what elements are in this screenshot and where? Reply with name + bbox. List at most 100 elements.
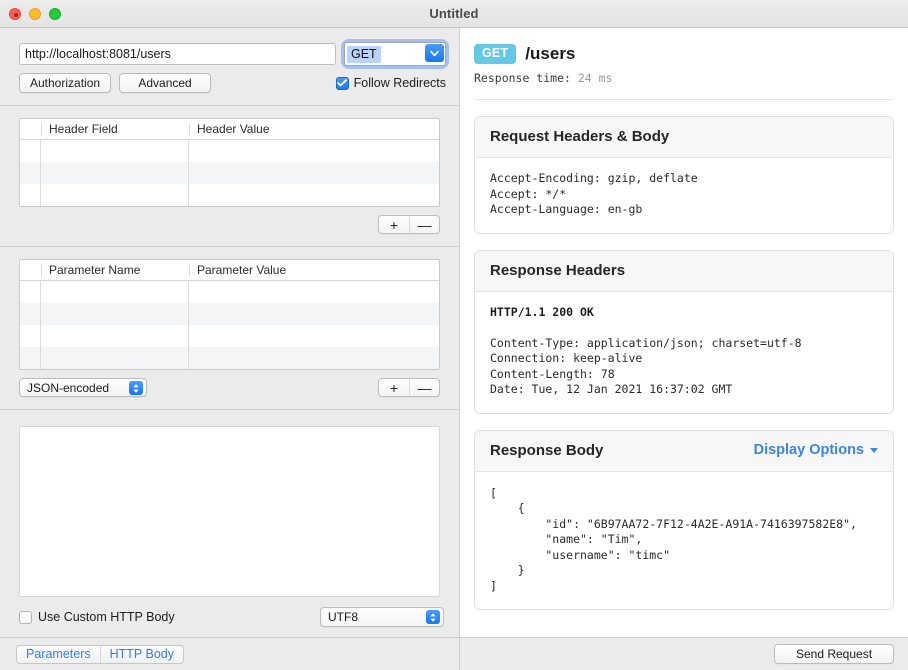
parameters-add-remove-control[interactable]: + — <box>378 378 440 397</box>
headers-table-footer: + — <box>19 207 440 234</box>
custom-body-options-row: Use Custom HTTP Body UTF8 <box>0 597 459 627</box>
remove-header-button[interactable]: — <box>409 216 439 233</box>
parameter-value-cell[interactable] <box>189 347 439 369</box>
request-header-line: Accept: */* <box>490 186 567 201</box>
follow-redirects-row[interactable]: Follow Redirects <box>335 76 446 90</box>
response-header-line: Date: Tue, 12 Jan 2021 16:37:02 GMT <box>490 382 733 396</box>
use-custom-http-body-checkbox[interactable] <box>19 610 32 624</box>
header-field-cell[interactable] <box>41 140 189 162</box>
window-title: Untitled <box>429 6 479 21</box>
add-parameter-button[interactable]: + <box>379 379 409 396</box>
row-gutter <box>20 140 41 162</box>
custom-http-body-textarea[interactable] <box>19 426 440 597</box>
tab-parameters[interactable]: Parameters <box>17 646 100 663</box>
table-row[interactable] <box>20 325 439 347</box>
response-headers-card: Response Headers HTTP/1.1 200 OK Content… <box>474 249 894 414</box>
use-custom-http-body-label: Use Custom HTTP Body <box>38 610 175 624</box>
follow-redirects-checkbox[interactable] <box>335 76 349 90</box>
row-gutter <box>20 260 41 280</box>
response-body-content: [ { "id": "6B97AA72-7F12-4A2E-A91A-74163… <box>490 485 857 593</box>
table-row[interactable] <box>20 162 439 184</box>
response-status-line: HTTP/1.1 200 OK <box>490 304 594 319</box>
table-row[interactable] <box>20 303 439 325</box>
stepper-icon[interactable] <box>129 381 143 395</box>
response-header-line: Connection: keep-alive <box>490 351 643 365</box>
header-value-cell[interactable] <box>189 184 439 206</box>
parameter-name-column-header[interactable]: Parameter Name <box>41 263 189 277</box>
parameter-value-cell[interactable] <box>189 325 439 347</box>
display-options-button[interactable]: Display Options <box>754 442 878 458</box>
charset-popup[interactable]: UTF8 <box>320 607 444 627</box>
response-body-card-title: Response Body <box>490 441 604 459</box>
parameters-table-footer: JSON-encoded + — <box>19 370 440 397</box>
table-row[interactable] <box>20 140 439 162</box>
parameters-table[interactable]: Parameter Name Parameter Value <box>19 259 440 370</box>
http-method-combobox[interactable]: GET <box>344 42 446 66</box>
chevron-down-icon[interactable] <box>425 44 444 62</box>
parameter-encoding-value: JSON-encoded <box>27 380 110 395</box>
headers-table-header: Header Field Header Value <box>20 119 439 140</box>
table-row[interactable] <box>20 347 439 369</box>
parameter-name-cell[interactable] <box>41 325 189 347</box>
send-request-button[interactable]: Send Request <box>774 644 894 664</box>
headers-table-block: Header Field Header Value + — <box>0 106 459 234</box>
table-row[interactable] <box>20 184 439 206</box>
request-headers-card-header: Request Headers & Body <box>475 117 893 158</box>
right-bottom-bar: Send Request <box>460 637 908 670</box>
parameters-table-header: Parameter Name Parameter Value <box>20 260 439 281</box>
parameter-value-cell[interactable] <box>189 303 439 325</box>
headers-add-remove-control[interactable]: + — <box>378 215 440 234</box>
caret-down-icon <box>870 447 878 453</box>
stepper-icon[interactable] <box>426 610 440 624</box>
row-gutter <box>20 162 41 184</box>
row-gutter <box>20 325 41 347</box>
request-header-line: Accept-Encoding: gzip, deflate <box>490 171 698 185</box>
url-input[interactable]: http://localhost:8081/users <box>19 43 336 65</box>
headers-table[interactable]: Header Field Header Value <box>19 118 440 207</box>
left-bottom-bar: Parameters HTTP Body <box>0 637 459 670</box>
url-row: http://localhost:8081/users GET <box>0 28 459 66</box>
app-window: Untitled http://localhost:8081/users GET <box>0 0 908 670</box>
header-field-cell[interactable] <box>41 162 189 184</box>
parameter-encoding-popup[interactable]: JSON-encoded <box>19 378 147 397</box>
row-gutter <box>20 184 41 206</box>
parameter-name-cell[interactable] <box>41 347 189 369</box>
response-headers-card-title: Response Headers <box>490 261 626 279</box>
advanced-button[interactable]: Advanced <box>119 73 212 93</box>
response-body-card-header: Response Body Display Options <box>475 430 893 472</box>
request-header-line: Accept-Language: en-gb <box>490 202 643 216</box>
response-title-row: GET /users <box>474 44 894 64</box>
window-titlebar: Untitled <box>0 0 908 28</box>
display-options-label: Display Options <box>753 442 864 458</box>
follow-redirects-label: Follow Redirects <box>353 76 446 90</box>
request-section-tabs[interactable]: Parameters HTTP Body <box>16 644 184 664</box>
row-gutter <box>20 303 41 325</box>
http-method-value: GET <box>347 45 381 63</box>
table-row[interactable] <box>20 281 439 303</box>
authorization-button[interactable]: Authorization <box>19 73 112 93</box>
add-header-button[interactable]: + <box>379 216 409 233</box>
parameter-value-cell[interactable] <box>189 281 439 303</box>
header-value-cell[interactable] <box>189 140 439 162</box>
response-time-row: Response time: 24 ms <box>474 71 894 85</box>
parameter-name-cell[interactable] <box>41 303 189 325</box>
parameter-name-cell[interactable] <box>41 281 189 303</box>
response-scroll-area[interactable]: GET /users Response time: 24 ms Request … <box>460 28 908 637</box>
response-headers-card-body: HTTP/1.1 200 OK Content-Type: applicatio… <box>475 292 893 413</box>
header-value-column-header[interactable]: Header Value <box>189 122 439 136</box>
header-field-cell[interactable] <box>41 184 189 206</box>
parameter-value-column-header[interactable]: Parameter Value <box>189 263 439 277</box>
divider <box>476 99 892 100</box>
header-value-cell[interactable] <box>189 162 439 184</box>
header-field-column-header[interactable]: Header Field <box>41 122 189 136</box>
parameters-table-block: Parameter Name Parameter Value JSON-enco… <box>0 247 459 397</box>
row-gutter <box>20 281 41 303</box>
request-pane: http://localhost:8081/users GET Authoriz… <box>0 28 460 670</box>
request-options-row: Authorization Advanced Follow Redirects <box>0 66 459 93</box>
status-badge: GET <box>474 44 517 64</box>
request-headers-card-title: Request Headers & Body <box>490 128 670 145</box>
response-pane: GET /users Response time: 24 ms Request … <box>460 28 908 670</box>
response-body-card: Response Body Display Options [ { "id": … <box>474 429 894 610</box>
tab-http-body[interactable]: HTTP Body <box>99 645 183 663</box>
remove-parameter-button[interactable]: — <box>409 379 439 396</box>
